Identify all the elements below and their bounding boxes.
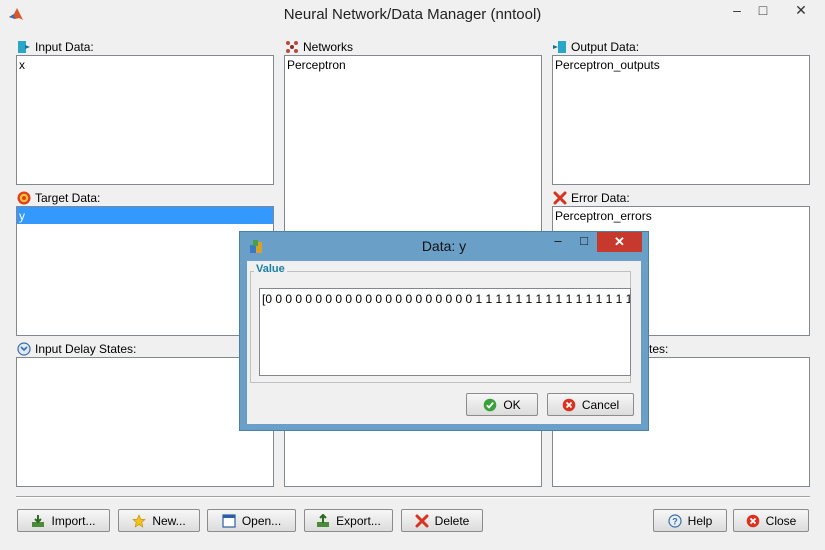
error-data-label: Error Data: [553,190,630,206]
help-button-label: Help [687,513,713,528]
close-circle-icon [746,514,759,527]
input-data-list[interactable]: x [16,55,274,185]
close-window-button[interactable]: ✕ [786,0,816,22]
help-button[interactable]: ? Help [653,509,727,532]
output-data-label: Output Data: [553,39,639,55]
cancel-circle-icon [562,398,576,411]
delete-button[interactable]: Delete [401,509,483,532]
export-button[interactable]: Export... [304,509,393,532]
svg-text:?: ? [672,516,678,526]
layer-delay-states-label-text: tes: [649,342,669,356]
window-title: Neural Network/Data Manager (nntool) [283,6,542,23]
close-button-label: Close [765,513,797,528]
delete-button-label: Delete [434,513,470,528]
cancel-button[interactable]: Cancel [547,393,634,416]
output-data-list[interactable]: Perceptron_outputs [552,55,810,185]
star-icon [132,513,147,528]
value-group-label: Value [254,263,287,275]
layer-delay-states-label: tes: [649,341,668,357]
data-dialog: Data: y – □ ✕ Value [0 0 0 0 0 0 0 0 0 0… [239,231,649,431]
window-icon [222,513,236,528]
list-item-selected[interactable]: y [17,207,273,224]
target-icon [17,191,31,205]
checkmark-icon [484,398,497,411]
import-button-label: Import... [51,513,96,528]
import-icon [32,514,45,527]
list-item[interactable]: Perceptron_errors [553,207,809,224]
output-data-icon [553,41,566,53]
export-icon [317,513,330,527]
maximize-button[interactable]: □ [748,0,778,22]
export-button-label: Export... [336,513,381,528]
error-data-label-text: Error Data: [571,191,630,205]
new-button-label: New... [152,513,186,528]
dialog-close-button[interactable]: ✕ [597,232,642,252]
list-item[interactable]: Perceptron [285,56,541,73]
dialog-maximize-button[interactable]: □ [571,232,597,252]
input-data-icon [18,41,30,53]
input-data-label-text: Input Data: [35,40,94,54]
delay-clock-icon [17,342,31,356]
error-x-icon [553,191,567,205]
new-button[interactable]: New... [118,509,200,532]
window-titlebar: Neural Network/Data Manager (nntool) – □… [0,0,825,30]
cancel-button-label: Cancel [581,397,620,412]
input-delay-states-list[interactable] [16,357,274,487]
target-data-list[interactable]: y [16,206,274,336]
dialog-body: Value [0 0 0 0 0 0 0 0 0 0 0 0 0 0 0 0 0… [247,261,641,424]
dialog-titlebar: Data: y – □ ✕ [240,232,648,260]
help-icon: ? [668,513,682,528]
networks-label-text: Networks [303,40,354,54]
open-button[interactable]: Open... [207,509,296,532]
delete-x-icon [415,514,429,527]
target-data-label: Target Data: [17,190,100,206]
input-data-label: Input Data: [17,39,94,55]
output-data-label-text: Output Data: [571,40,640,54]
ok-button[interactable]: OK [466,393,538,416]
import-button[interactable]: Import... [17,509,110,532]
target-data-label-text: Target Data: [35,191,101,205]
networks-label: Networks [285,39,353,55]
input-delay-states-label: Input Delay States: [17,341,136,357]
open-button-label: Open... [241,513,282,528]
bottom-separator [16,496,810,498]
ok-button-label: OK [503,397,521,412]
input-delay-states-label-text: Input Delay States: [35,342,137,356]
list-item[interactable]: Perceptron_outputs [553,56,809,73]
network-icon [286,41,298,53]
close-button[interactable]: Close [733,509,809,532]
dialog-minimize-button[interactable]: – [545,232,571,252]
list-item[interactable]: x [17,56,273,73]
value-textarea[interactable]: [0 0 0 0 0 0 0 0 0 0 0 0 0 0 0 0 0 0 0 0… [259,288,631,376]
